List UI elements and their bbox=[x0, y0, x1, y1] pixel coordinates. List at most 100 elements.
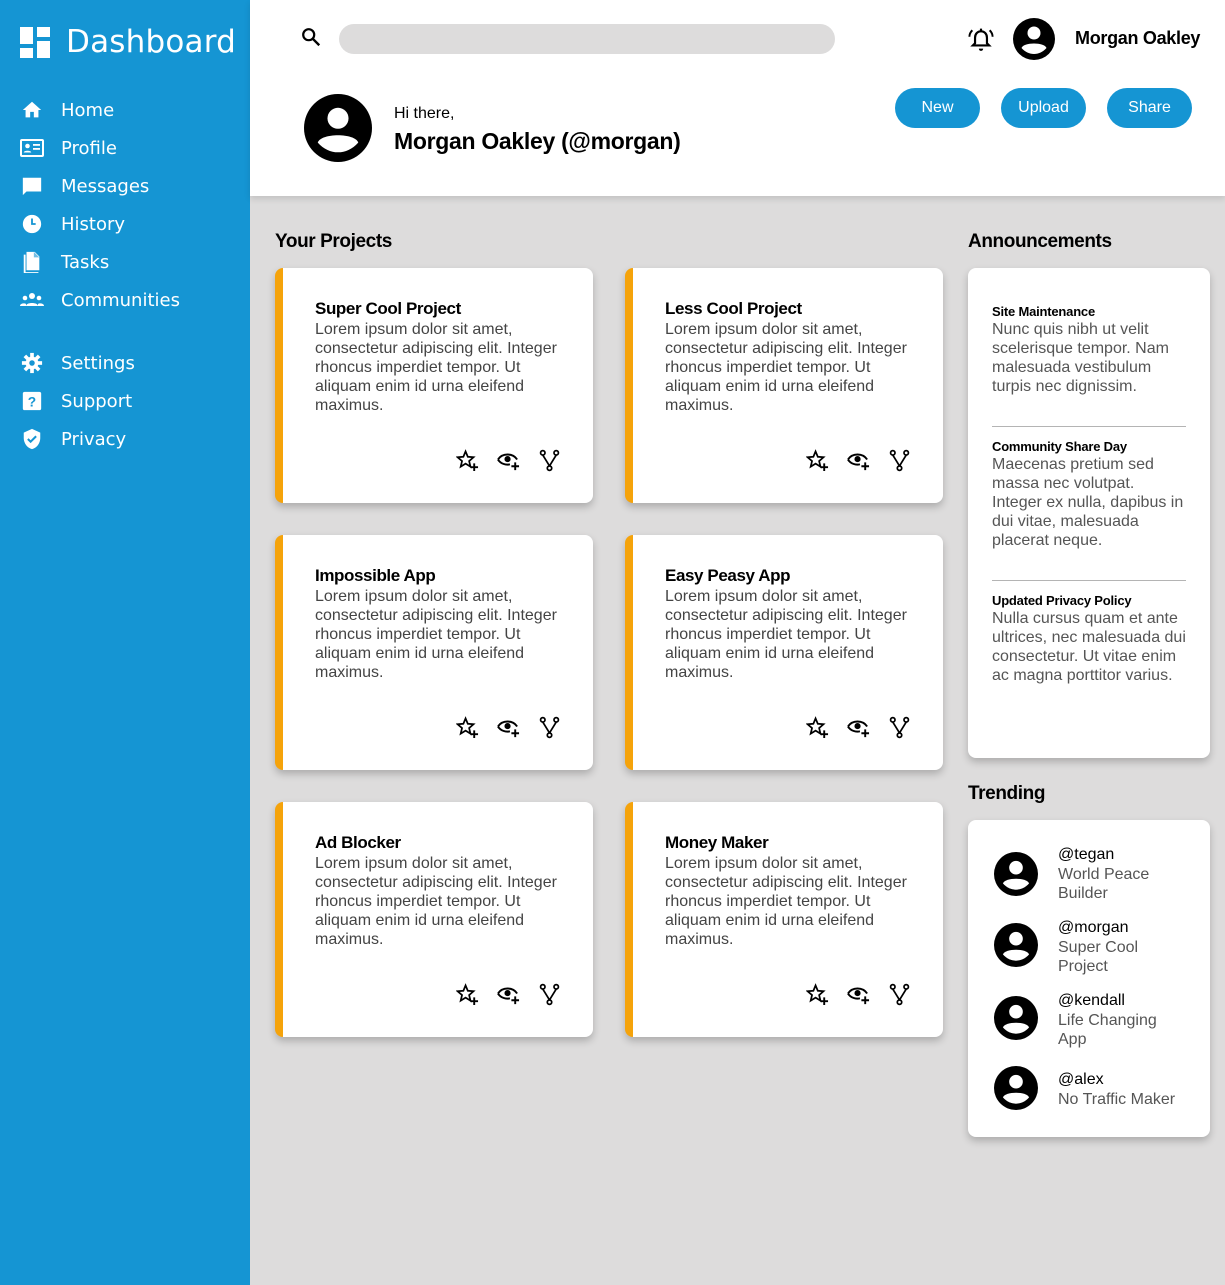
avatar bbox=[994, 852, 1038, 896]
project-title: Easy Peasy App bbox=[665, 566, 791, 585]
trending-project: Super Cool Project bbox=[1058, 939, 1139, 975]
sidebar-item-label: Tasks bbox=[61, 251, 110, 273]
project-actions bbox=[455, 449, 561, 472]
project-description: Lorem ipsum dolor sit amet, consectetur … bbox=[315, 855, 557, 948]
avatar[interactable] bbox=[1013, 18, 1055, 60]
project-actions bbox=[455, 983, 561, 1006]
trending-handle: @alex bbox=[1058, 1071, 1104, 1088]
project-card[interactable]: Money Maker Lorem ipsum dolor sit amet, … bbox=[625, 802, 943, 1037]
project-card[interactable]: Super Cool Project Lorem ipsum dolor sit… bbox=[275, 268, 593, 503]
sidebar-item-label: Settings bbox=[61, 352, 135, 374]
header: Morgan Oakley Hi there, Morgan Oakley (@… bbox=[250, 0, 1225, 196]
greeting: Hi there, bbox=[394, 105, 455, 122]
sidebar-item-privacy[interactable]: Privacy bbox=[0, 420, 250, 458]
announcement-title: Updated Privacy Policy bbox=[992, 593, 1132, 608]
trending-handle: @morgan bbox=[1058, 919, 1129, 936]
star-add-icon[interactable] bbox=[805, 716, 829, 739]
gear-icon bbox=[20, 351, 44, 375]
shield-icon bbox=[20, 427, 44, 451]
avatar bbox=[994, 923, 1038, 967]
announcement-title: Community Share Day bbox=[992, 439, 1127, 454]
sidebar-item-label: Messages bbox=[61, 175, 150, 197]
home-icon bbox=[20, 98, 44, 122]
chat-icon bbox=[20, 174, 44, 198]
brand[interactable]: Dashboard bbox=[20, 24, 236, 60]
avatar bbox=[994, 1066, 1038, 1110]
star-add-icon[interactable] bbox=[455, 983, 479, 1006]
announcements-card: Site Maintenance Nunc quis nibh ut velit… bbox=[968, 268, 1210, 758]
new-button[interactable]: New bbox=[895, 88, 980, 128]
sidebar-item-history[interactable]: History bbox=[0, 205, 250, 243]
announcements-title: Announcements bbox=[968, 231, 1112, 252]
sidebar-item-messages[interactable]: Messages bbox=[0, 167, 250, 205]
bell-icon[interactable] bbox=[968, 27, 994, 53]
fork-icon[interactable] bbox=[888, 983, 911, 1006]
star-add-icon[interactable] bbox=[455, 716, 479, 739]
trending-handle: @tegan bbox=[1058, 846, 1115, 863]
svg-text:?: ? bbox=[28, 395, 36, 410]
trending-title: Trending bbox=[968, 783, 1046, 804]
group-icon bbox=[20, 288, 44, 312]
upload-button[interactable]: Upload bbox=[1001, 88, 1086, 128]
project-card[interactable]: Less Cool Project Lorem ipsum dolor sit … bbox=[625, 268, 943, 503]
sidebar-item-label: Home bbox=[61, 99, 115, 121]
sidebar-item-communities[interactable]: Communities bbox=[0, 281, 250, 319]
watch-add-icon[interactable] bbox=[847, 716, 870, 739]
trending-project: World Peace Builder bbox=[1058, 866, 1150, 902]
project-title: Super Cool Project bbox=[315, 299, 461, 318]
id-card-icon bbox=[20, 136, 44, 160]
project-title: Less Cool Project bbox=[665, 299, 802, 318]
project-title: Ad Blocker bbox=[315, 833, 401, 852]
fork-icon[interactable] bbox=[538, 983, 561, 1006]
project-actions bbox=[455, 716, 561, 739]
share-button[interactable]: Share bbox=[1107, 88, 1192, 128]
divider bbox=[992, 426, 1186, 427]
header-user-name[interactable]: Morgan Oakley bbox=[1075, 28, 1200, 49]
trending-handle: @kendall bbox=[1058, 992, 1125, 1009]
project-actions bbox=[805, 983, 911, 1006]
sidebar: Dashboard Home Profile Messages History bbox=[0, 0, 250, 1285]
sidebar-item-label: Communities bbox=[61, 289, 180, 311]
divider bbox=[992, 580, 1186, 581]
sidebar-item-tasks[interactable]: Tasks bbox=[0, 243, 250, 281]
sidebar-item-support[interactable]: ? Support bbox=[0, 382, 250, 420]
sidebar-item-label: Privacy bbox=[61, 428, 127, 450]
project-card[interactable]: Ad Blocker Lorem ipsum dolor sit amet, c… bbox=[275, 802, 593, 1037]
sidebar-nav: Home Profile Messages History Tasks Comm… bbox=[0, 91, 250, 319]
announcement-item[interactable]: Site Maintenance Nunc quis nibh ut velit… bbox=[992, 304, 1186, 396]
fork-icon[interactable] bbox=[538, 716, 561, 739]
project-description: Lorem ipsum dolor sit amet, consectetur … bbox=[315, 321, 557, 414]
watch-add-icon[interactable] bbox=[497, 449, 520, 472]
announcement-item[interactable]: Community Share Day Maecenas pretium sed… bbox=[992, 439, 1186, 550]
star-add-icon[interactable] bbox=[805, 449, 829, 472]
sidebar-item-label: Support bbox=[61, 390, 133, 412]
hero-name: Morgan Oakley (@morgan) bbox=[394, 128, 681, 154]
watch-add-icon[interactable] bbox=[497, 716, 520, 739]
project-card[interactable]: Easy Peasy App Lorem ipsum dolor sit ame… bbox=[625, 535, 943, 770]
watch-add-icon[interactable] bbox=[847, 449, 870, 472]
search-icon[interactable] bbox=[300, 26, 322, 48]
fork-icon[interactable] bbox=[538, 449, 561, 472]
project-actions bbox=[805, 449, 911, 472]
sidebar-item-profile[interactable]: Profile bbox=[0, 129, 250, 167]
sidebar-item-settings[interactable]: Settings bbox=[0, 344, 250, 382]
announcement-item[interactable]: Updated Privacy Policy Nulla cursus quam… bbox=[992, 593, 1186, 685]
watch-add-icon[interactable] bbox=[497, 983, 520, 1006]
project-description: Lorem ipsum dolor sit amet, consectetur … bbox=[665, 321, 907, 414]
avatar bbox=[994, 996, 1038, 1040]
hero-avatar bbox=[304, 94, 372, 162]
project-actions bbox=[805, 716, 911, 739]
project-card[interactable]: Impossible App Lorem ipsum dolor sit ame… bbox=[275, 535, 593, 770]
help-icon: ? bbox=[20, 389, 44, 413]
sidebar-secondary-nav: Settings ? Support Privacy bbox=[0, 344, 250, 458]
sidebar-item-home[interactable]: Home bbox=[0, 91, 250, 129]
announcement-body: Nulla cursus quam et ante ultrices, nec … bbox=[992, 610, 1186, 684]
fork-icon[interactable] bbox=[888, 716, 911, 739]
file-icon bbox=[20, 250, 44, 274]
clock-icon bbox=[20, 212, 44, 236]
fork-icon[interactable] bbox=[888, 449, 911, 472]
watch-add-icon[interactable] bbox=[847, 983, 870, 1006]
star-add-icon[interactable] bbox=[805, 983, 829, 1006]
search-input[interactable] bbox=[339, 24, 835, 54]
star-add-icon[interactable] bbox=[455, 449, 479, 472]
